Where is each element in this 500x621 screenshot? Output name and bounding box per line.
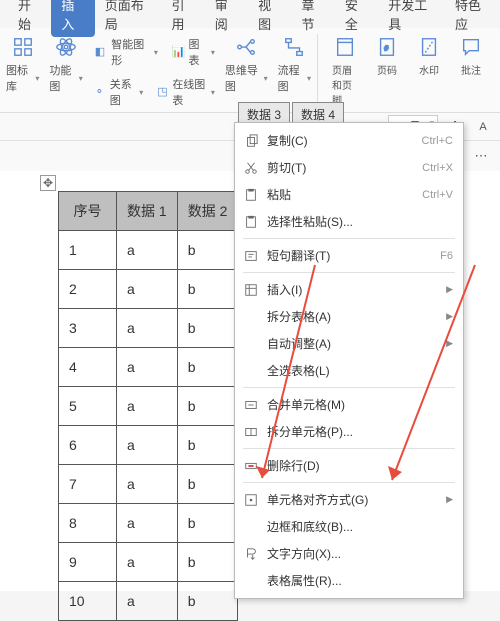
- delrow-icon: [243, 458, 259, 474]
- ctx-T[interactable]: 剪切(T)Ctrl+X: [235, 154, 463, 181]
- flowchart-button[interactable]: 流程图▾: [278, 34, 318, 110]
- ribbon: 图标库▾ 功能图▾ ◧智能图形▾ 📊图表▾ ⚬关系图▾ ◳在线图表▾ 思维导图▾…: [0, 28, 500, 113]
- blank-icon: [243, 573, 259, 589]
- tab-6[interactable]: 章节: [292, 0, 335, 37]
- align-icon: [243, 492, 259, 508]
- header-footer-button[interactable]: 页眉和页脚: [332, 34, 358, 110]
- online-chart-button[interactable]: ◳在线图表▾: [155, 74, 217, 110]
- online-icon: ◳: [157, 85, 169, 100]
- blank-icon: [243, 363, 259, 379]
- table-header[interactable]: 数据 2: [177, 192, 238, 231]
- table-row[interactable]: 3ab: [59, 309, 238, 348]
- ctx-R[interactable]: 表格属性(R)...: [235, 567, 463, 594]
- tab-2[interactable]: 页面布局: [95, 0, 162, 37]
- watermark-button[interactable]: 水印: [416, 34, 442, 110]
- table-row[interactable]: 10ab: [59, 582, 238, 621]
- blank-icon: [243, 309, 259, 325]
- header-icon: [332, 34, 358, 60]
- ctx-A[interactable]: 自动调整(A)▶: [235, 330, 463, 357]
- pagenum-icon: #: [374, 34, 400, 60]
- table-row[interactable]: 2ab: [59, 270, 238, 309]
- ctx-D[interactable]: 删除行(D): [235, 452, 463, 479]
- atom-icon: [53, 34, 79, 60]
- smart-shapes-button[interactable]: ◧智能图形▾: [93, 34, 160, 70]
- tab-7[interactable]: 安全: [335, 0, 378, 37]
- table-row[interactable]: 4ab: [59, 348, 238, 387]
- tab-1[interactable]: 插入: [51, 0, 94, 37]
- chevron-down-icon: ▾: [35, 74, 39, 83]
- copy-icon: [243, 133, 259, 149]
- chart-button[interactable]: 📊图表▾: [170, 34, 217, 70]
- submenu-arrow-icon: ▶: [446, 284, 453, 295]
- ctx-A[interactable]: 拆分表格(A)▶: [235, 303, 463, 330]
- table-row[interactable]: 5ab: [59, 387, 238, 426]
- mind-icon: [233, 34, 259, 60]
- label: 功能图: [49, 62, 76, 94]
- context-menu: 复制(C)Ctrl+C剪切(T)Ctrl+X粘贴Ctrl+V选择性粘贴(S)..…: [234, 122, 464, 599]
- cut-icon: [243, 160, 259, 176]
- ctx-M[interactable]: 合并单元格(M): [235, 391, 463, 418]
- submenu-arrow-icon: ▶: [446, 311, 453, 322]
- textdir-icon: [243, 546, 259, 562]
- ctx-[interactable]: 粘贴Ctrl+V: [235, 181, 463, 208]
- svg-text:#: #: [384, 44, 389, 53]
- ctx-X[interactable]: 文字方向(X)...: [235, 540, 463, 567]
- submenu-arrow-icon: ▶: [446, 494, 453, 505]
- ribbon-group-iconlib[interactable]: 图标库▾: [6, 34, 39, 110]
- chevron-down-icon: ▾: [79, 74, 83, 83]
- watermark-icon: [416, 34, 442, 60]
- chart-icon: 📊: [172, 45, 186, 60]
- table-row[interactable]: 6ab: [59, 426, 238, 465]
- table-header[interactable]: 数据 1: [117, 192, 178, 231]
- ctx-L[interactable]: 全选表格(L): [235, 357, 463, 384]
- comment-button[interactable]: 批注: [458, 34, 484, 110]
- tab-9[interactable]: 特色应: [445, 0, 500, 37]
- relation-button[interactable]: ⚬关系图▾: [93, 74, 145, 110]
- flow-icon: [281, 34, 307, 60]
- table-row[interactable]: 7ab: [59, 465, 238, 504]
- table-row[interactable]: 9ab: [59, 543, 238, 582]
- shapes-icon: ◧: [95, 45, 109, 60]
- table-move-handle[interactable]: ✥: [40, 175, 56, 191]
- menu-tabs: 开始插入页面布局引用审阅视图章节安全开发工具特色应: [0, 0, 500, 28]
- insert-icon: [243, 282, 259, 298]
- paste-icon: [243, 187, 259, 203]
- table-row[interactable]: 8ab: [59, 504, 238, 543]
- tab-5[interactable]: 视图: [248, 0, 291, 37]
- split-icon: [243, 424, 259, 440]
- ctx-G[interactable]: 单元格对齐方式(G)▶: [235, 486, 463, 513]
- tab-4[interactable]: 审阅: [205, 0, 248, 37]
- ctx-P[interactable]: 拆分单元格(P)...: [235, 418, 463, 445]
- decrease-font-button[interactable]: A: [472, 116, 494, 138]
- data-table[interactable]: 序号数据 1数据 21ab2ab3ab4ab5ab6ab7ab8ab9ab10a…: [58, 191, 238, 621]
- paste2-icon: [243, 214, 259, 230]
- submenu-arrow-icon: ▶: [446, 338, 453, 349]
- merge-icon: [243, 397, 259, 413]
- comment-icon: [458, 34, 484, 60]
- table-header[interactable]: 序号: [59, 192, 117, 231]
- relation-icon: ⚬: [95, 85, 107, 100]
- ribbon-group-func[interactable]: 功能图▾: [49, 34, 82, 110]
- mindmap-button[interactable]: 思维导图▾: [225, 34, 268, 110]
- ctx-I[interactable]: 插入(I)▶: [235, 276, 463, 303]
- pagenum-button[interactable]: #页码: [374, 34, 400, 110]
- label: 图标库: [6, 62, 33, 94]
- table-row[interactable]: 1ab: [59, 231, 238, 270]
- grid-icon: [10, 34, 36, 60]
- blank-icon: [243, 519, 259, 535]
- ctx-S[interactable]: 选择性粘贴(S)...: [235, 208, 463, 235]
- blank-icon: [243, 336, 259, 352]
- ctx-T[interactable]: 短句翻译(T)F6: [235, 242, 463, 269]
- tab-8[interactable]: 开发工具: [378, 0, 445, 37]
- tab-3[interactable]: 引用: [161, 0, 204, 37]
- more-button[interactable]: ⋯: [470, 145, 492, 167]
- ctx-C[interactable]: 复制(C)Ctrl+C: [235, 127, 463, 154]
- ctx-B[interactable]: 边框和底纹(B)...: [235, 513, 463, 540]
- tab-0[interactable]: 开始: [8, 0, 51, 37]
- trans-icon: [243, 248, 259, 264]
